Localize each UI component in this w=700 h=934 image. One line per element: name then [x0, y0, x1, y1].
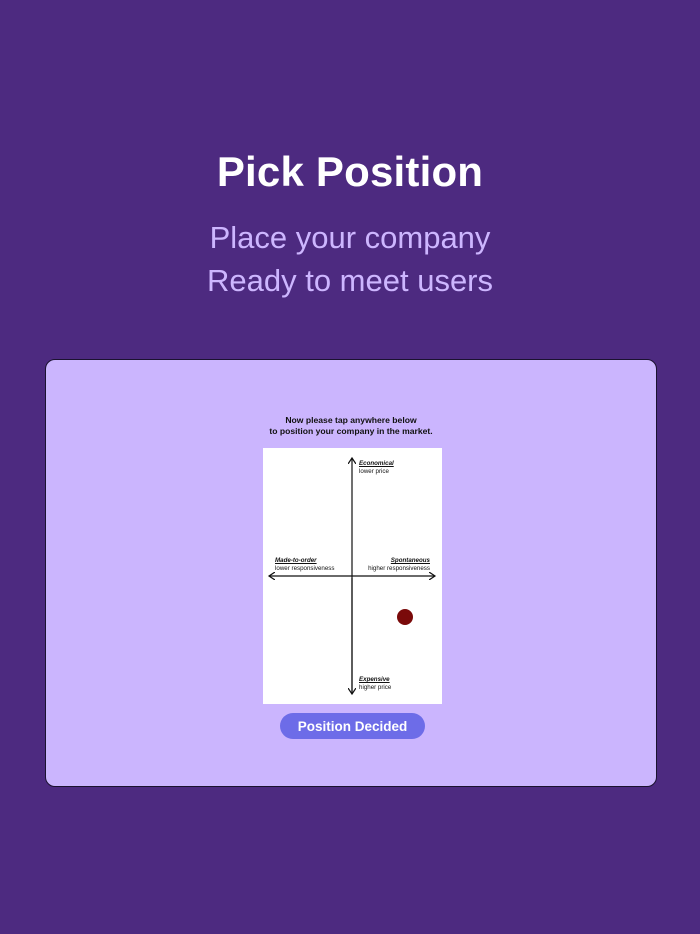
subtitle-line-1: Place your company [209, 220, 491, 255]
axis-left-title: Made-to-order [275, 557, 317, 564]
page-title: Pick Position [216, 148, 484, 195]
screen: Pick Position Place your company Ready t… [0, 0, 700, 934]
axis-label-right: Spontaneous higher responsiveness [368, 557, 430, 572]
position-marker[interactable] [397, 609, 413, 625]
axis-bottom-desc: higher price [359, 683, 392, 691]
instructions-line-1: Now please tap anywhere below [285, 415, 417, 425]
axis-label-left: Made-to-order lower responsiveness [275, 557, 335, 572]
subtitle-line-2: Ready to meet users [206, 263, 494, 298]
instructions-line-2: to position your company in the market. [269, 426, 433, 436]
axis-bottom-title: Expensive [359, 676, 390, 683]
axis-label-bottom: Expensive higher price [359, 676, 391, 691]
positioning-map[interactable]: Economical lower price Made-to-order low… [263, 448, 442, 704]
axis-right-title: Spontaneous [390, 557, 430, 564]
axis-left-desc: lower responsiveness [275, 564, 335, 572]
axes [263, 448, 442, 704]
positioning-card: Now please tap anywhere below to positio… [45, 359, 657, 787]
axis-top-desc: lower price [359, 467, 389, 475]
axis-top-title: Economical [359, 460, 394, 467]
axis-label-top: Economical lower price [359, 460, 394, 475]
position-decided-button[interactable]: Position Decided [280, 713, 425, 739]
instructions: Now please tap anywhere below to positio… [46, 415, 656, 437]
axis-right-desc: higher responsiveness [368, 564, 430, 572]
